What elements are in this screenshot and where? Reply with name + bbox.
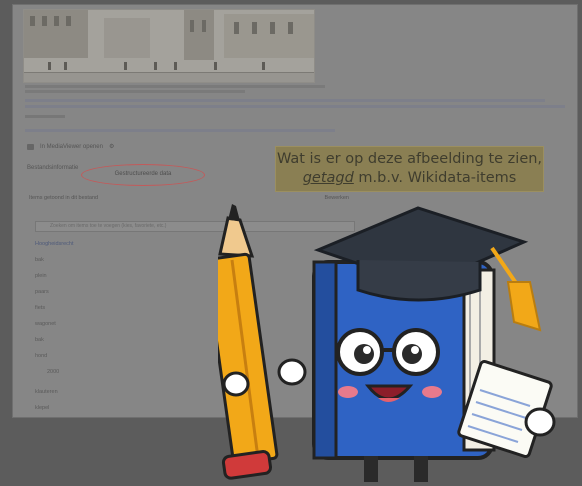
callout-line-2: getagd m.b.v. Wikidata-items: [276, 169, 543, 188]
pencil-mascot: [218, 204, 307, 480]
open-in-mediaviewer[interactable]: In MediaViewer openen ⚙: [27, 143, 114, 150]
tab-file-info[interactable]: Bestandsinformatie: [27, 165, 78, 171]
callout-line-2-rest: m.b.v. Wikidata-items: [353, 170, 517, 186]
photo-thumbnail[interactable]: [23, 9, 315, 83]
tab-structured-data-label: Gestructureerde data: [114, 171, 172, 177]
settings-gear-icon[interactable]: ⚙: [109, 143, 114, 150]
callout-line-1: Wat is er op deze afbeelding te zien,: [276, 151, 543, 167]
callout-tagged-word: getagd: [302, 170, 354, 186]
callout-box: Wat is er op deze afbeelding te zien, ge…: [275, 146, 544, 192]
depicts-heading: Items getoond in dit bestand: [29, 195, 99, 201]
mediaviewer-icon: [27, 143, 34, 150]
mascot-illustration: [218, 204, 556, 482]
tab-structured-data[interactable]: Gestructureerde data: [81, 164, 205, 186]
